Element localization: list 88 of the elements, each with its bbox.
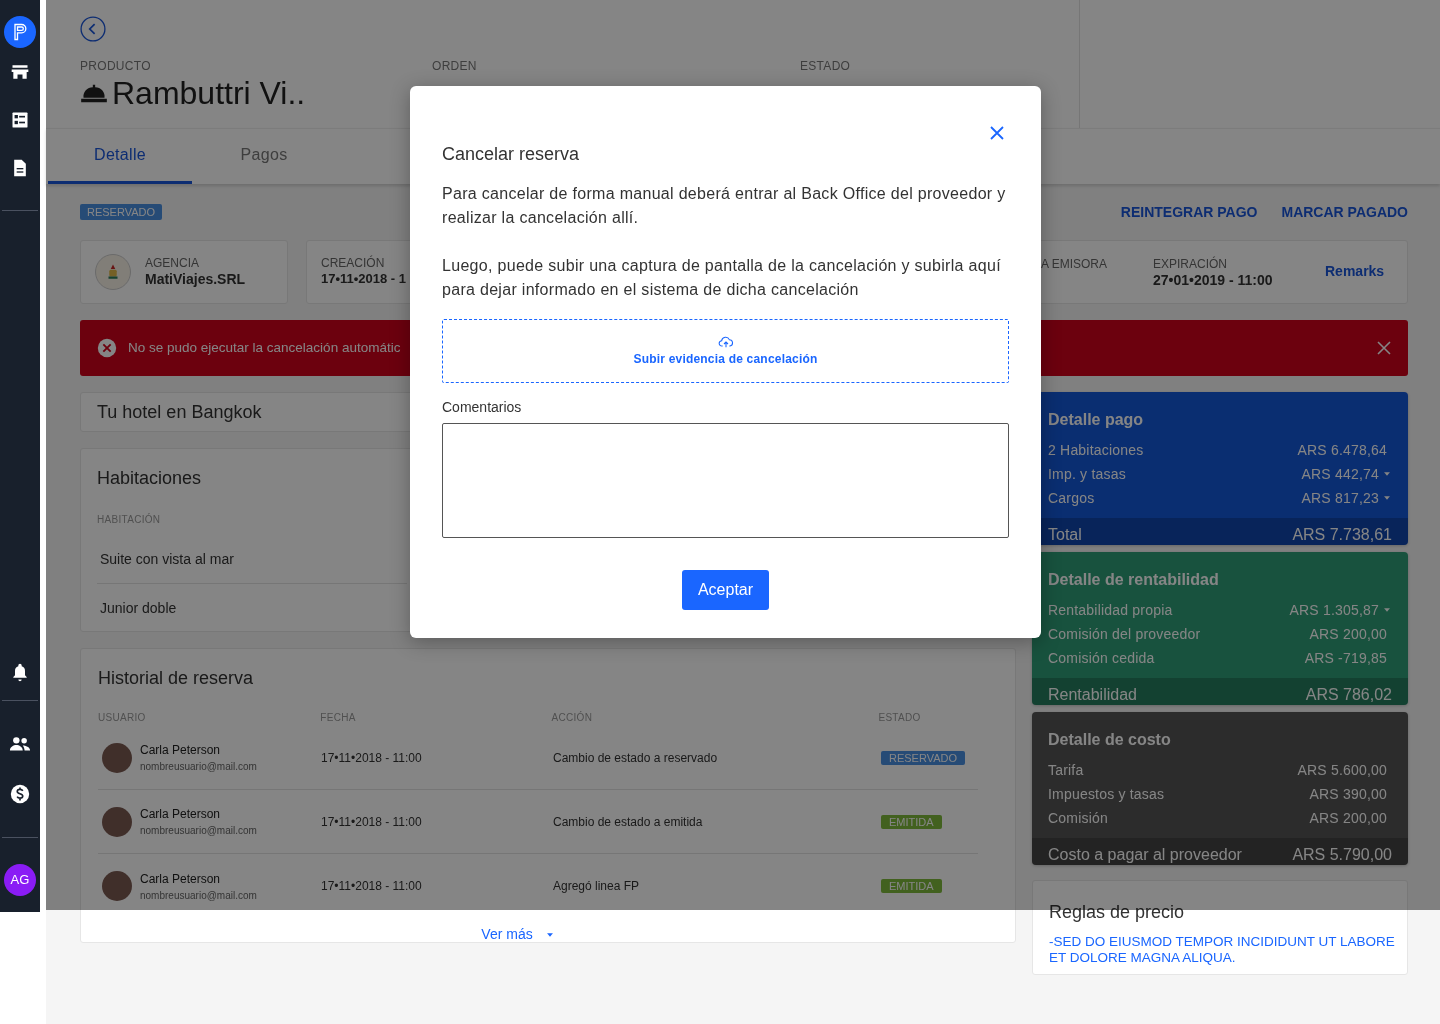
line-amount: ARS 200,00 (1309, 625, 1387, 644)
line-amount: ARS 6.478,64 (1297, 441, 1387, 460)
field-label: Comentarios (442, 399, 523, 415)
user-name: Carla Peterson (140, 742, 222, 759)
line-amount: ARS -719,85 (1304, 649, 1387, 668)
total-amount: ARS 786,02 (1305, 684, 1392, 705)
total-label: Rentabilidad (1048, 684, 1137, 705)
cloud-upload-icon (717, 334, 734, 350)
agency-name: MatiViajes.SRL (145, 270, 246, 288)
remarks-link[interactable]: Remarks (1325, 261, 1385, 282)
dialog-text: Para cancelar de forma manual deberá entrar al Back Office del proveedor y realizar la cancelación allí. (442, 184, 1007, 228)
action-cell: Agregó linea FP (553, 879, 640, 893)
room-name: Junior doble (100, 598, 177, 618)
hotel-title: Tu hotel en Bangkok (97, 400, 262, 424)
checklist-icon[interactable] (10, 110, 30, 130)
tab[interactable]: Detalle (48, 129, 192, 184)
card-title: Detalle de costo (1047, 730, 1172, 750)
total-amount: ARS 5.790,00 (1292, 844, 1392, 865)
user-email: nombreusuario@mail.com (140, 824, 257, 838)
line-label: Comisión (1048, 809, 1108, 828)
field-label: CREACIÓN (321, 256, 386, 270)
line-label: Impuestos y tasas (1048, 785, 1165, 804)
see-more-button[interactable]: Ver más (480, 923, 556, 946)
card-title: Habitaciones (97, 467, 203, 490)
alert-message: No se pudo ejecutar la cancelación automátic (128, 338, 401, 357)
user-avatar[interactable]: AG (4, 864, 36, 896)
avatar (102, 742, 132, 773)
line-label: Rentabilidad propia (1048, 601, 1173, 620)
date-cell: 17•11•2018 - 11:00 (321, 814, 422, 829)
line-label: Tarifa (1048, 761, 1084, 780)
total-label: Costo a pagar al proveedor (1048, 844, 1242, 865)
action-link[interactable]: REINTEGRAR PAGO (1120, 201, 1258, 223)
tab[interactable]: Pagos (192, 129, 336, 184)
logo[interactable] (4, 16, 36, 48)
field-label: ORDEN (432, 59, 478, 73)
action-link[interactable]: MARCAR PAGADO (1281, 201, 1408, 223)
date-cell: 17•11•2018 - 11:00 (321, 879, 422, 893)
dialog-text: Luego, puede subir una captura de pantalla de la cancelación y subirla aquí para dejar informado en el sistema de dicha cancelación (442, 256, 1002, 300)
line-amount: ARS 817,23 (1301, 489, 1379, 508)
line-label: Comisión del proveedor (1048, 625, 1201, 644)
bell-icon[interactable] (10, 662, 30, 682)
line-label: 2 Habitaciones (1048, 441, 1144, 460)
card-title: Detalle pago (1047, 410, 1145, 430)
action-cell: Cambio de estado a emitida (553, 814, 703, 829)
user-name: Carla Peterson (140, 870, 222, 888)
store-icon[interactable] (10, 62, 30, 82)
back-icon[interactable] (80, 16, 106, 42)
status-badge: EMITIDA (881, 814, 942, 829)
card-title: Historial de reserva (98, 667, 255, 690)
avatar (102, 871, 132, 901)
field-label: PRODUCTO (80, 59, 152, 73)
status-badge: RESERVADO (80, 204, 163, 220)
user-email: nombreusuario@mail.com (140, 760, 257, 774)
action-cell: Cambio de estado a reservado (553, 750, 718, 765)
avatar (102, 806, 132, 837)
line-amount: ARS 390,00 (1309, 785, 1387, 804)
error-icon (96, 337, 118, 359)
rule-text: -SED DO EIUSMOD TEMPOR INCIDIDUNT UT LABORE ET DOLORE MAGNA ALIQUA. (1049, 934, 1396, 966)
dollar-circle-icon[interactable] (9, 783, 31, 805)
line-label: Imp. y tasas (1048, 465, 1126, 484)
close-icon[interactable] (1376, 340, 1392, 356)
dialog-title: Cancelar reserva (442, 143, 581, 166)
total-amount: ARS 7.738,61 (1292, 524, 1392, 545)
field-value: 17•11•2018 - 1 (321, 270, 406, 288)
field-label: ESTADO (800, 59, 851, 73)
date-cell: 17•11•2018 - 11:00 (321, 750, 422, 765)
field-label: AGENCIA (145, 256, 200, 270)
upload-dropzone[interactable]: Subir evidencia de cancelación (442, 319, 1009, 383)
line-amount: ARS 5.600,00 (1297, 761, 1387, 780)
user-name: Carla Peterson (140, 806, 222, 823)
close-icon (988, 123, 1006, 142)
product-name: Rambuttri Vi.. (112, 74, 306, 113)
line-amount: ARS 1.305,87 (1289, 601, 1379, 620)
line-label: Cargos (1048, 489, 1095, 508)
field-label: A EMISORA (1041, 257, 1109, 271)
user-email: nombreusuario@mail.com (140, 888, 257, 903)
field-label: EXPIRACIÓN (1153, 257, 1228, 271)
status-badge: EMITIDA (881, 879, 942, 893)
line-label: Comisión cedida (1048, 649, 1155, 668)
comments-field[interactable] (442, 423, 1009, 538)
status-badge: RESERVADO (881, 750, 966, 765)
room-name: Suite con vista al mar (100, 550, 234, 569)
line-amount: ARS 442,74 (1301, 465, 1379, 484)
total-label: Total (1048, 524, 1082, 545)
card-title: Detalle de rentabilidad (1047, 570, 1220, 590)
field-value: 27•01•2019 - 11:00 (1153, 271, 1274, 289)
accept-button[interactable]: Aceptar (681, 570, 770, 610)
line-amount: ARS 200,00 (1309, 809, 1387, 828)
